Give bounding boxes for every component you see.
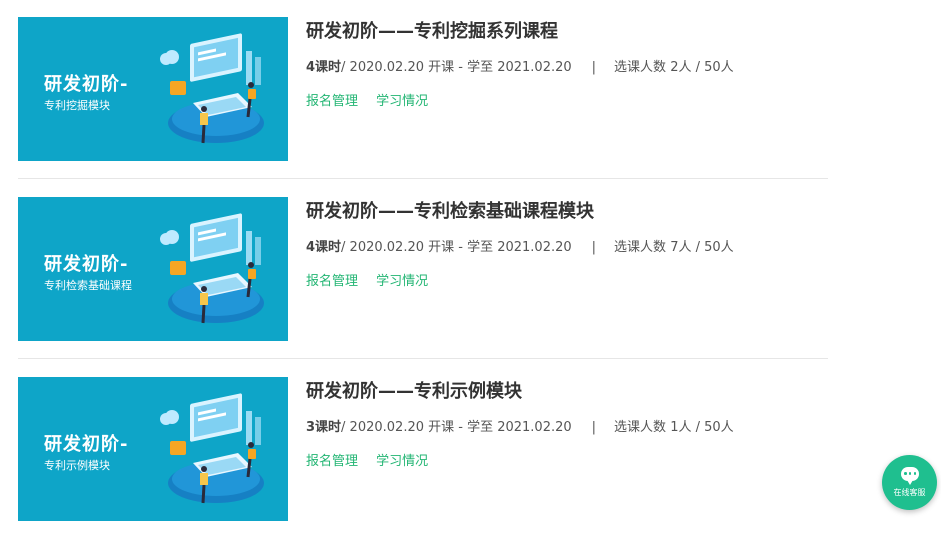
chat-dots: [904, 472, 916, 475]
course-actions: 报名管理 学习情况: [306, 93, 826, 111]
course-list: 研发初阶- 专利挖掘模块 研发初阶——专利挖掘系列课程 4课时/ 2020.02…: [18, 17, 828, 521]
course-card: 研发初阶- 专利示例模块 研发初阶——专利示例模块 3课时/ 2020.02.2…: [18, 377, 828, 521]
learning-status-link[interactable]: 学习情况: [376, 274, 428, 289]
thumbnail-title: 研发初阶-: [44, 434, 129, 455]
course-schedule: / 2020.02.20 开课 - 学至 2021.02.20: [341, 60, 572, 75]
course-info: 研发初阶——专利示例模块 3课时/ 2020.02.20 开课 - 学至 202…: [306, 377, 826, 471]
registration-management-link[interactable]: 报名管理: [306, 454, 358, 469]
course-title[interactable]: 研发初阶——专利挖掘系列课程: [306, 21, 826, 43]
course-thumbnail[interactable]: 研发初阶- 专利检索基础课程: [18, 197, 288, 341]
course-card: 研发初阶- 专利检索基础课程 研发初阶——专利检索基础课程模块 4课时/ 202…: [18, 197, 828, 359]
enroll-label: 选课人数: [614, 60, 671, 75]
enroll-label: 选课人数: [614, 240, 671, 255]
lesson-count: 4课时: [306, 240, 342, 255]
computer-illustration-icon: [160, 213, 264, 324]
divider: [18, 178, 828, 179]
meta-separator: |: [591, 60, 597, 75]
learning-status-link[interactable]: 学习情况: [376, 94, 428, 109]
course-thumbnail[interactable]: 研发初阶- 专利挖掘模块: [18, 17, 288, 161]
course-info: 研发初阶——专利挖掘系列课程 4课时/ 2020.02.20 开课 - 学至 2…: [306, 17, 826, 111]
divider: [18, 358, 828, 359]
course-actions: 报名管理 学习情况: [306, 273, 826, 291]
enroll-count: 1人 / 50人: [670, 420, 734, 435]
learning-status-link[interactable]: 学习情况: [376, 454, 428, 469]
course-actions: 报名管理 学习情况: [306, 453, 826, 471]
enroll-count: 2人 / 50人: [670, 60, 734, 75]
course-thumbnail[interactable]: 研发初阶- 专利示例模块: [18, 377, 288, 521]
course-title[interactable]: 研发初阶——专利示例模块: [306, 381, 826, 403]
thumbnail-title: 研发初阶-: [44, 254, 129, 275]
course-card: 研发初阶- 专利挖掘模块 研发初阶——专利挖掘系列课程 4课时/ 2020.02…: [18, 17, 828, 179]
thumbnail-subtitle: 专利检索基础课程: [44, 279, 132, 292]
online-service-button[interactable]: 在线客服: [882, 455, 937, 510]
enroll-count: 7人 / 50人: [670, 240, 734, 255]
thumbnail-subtitle: 专利挖掘模块: [44, 99, 110, 112]
thumbnail-subtitle: 专利示例模块: [44, 459, 110, 472]
enroll-label: 选课人数: [614, 420, 671, 435]
course-meta: 4课时/ 2020.02.20 开课 - 学至 2021.02.20 | 选课人数 …: [306, 59, 826, 77]
course-schedule: / 2020.02.20 开课 - 学至 2021.02.20: [341, 420, 572, 435]
course-title[interactable]: 研发初阶——专利检索基础课程模块: [306, 201, 826, 223]
thumbnail-title: 研发初阶-: [44, 74, 129, 95]
course-meta: 4课时/ 2020.02.20 开课 - 学至 2021.02.20 | 选课人数 …: [306, 239, 826, 257]
lesson-count: 3课时: [306, 420, 342, 435]
course-schedule: / 2020.02.20 开课 - 学至 2021.02.20: [341, 240, 572, 255]
registration-management-link[interactable]: 报名管理: [306, 274, 358, 289]
computer-illustration-icon: [160, 33, 264, 144]
meta-separator: |: [591, 420, 597, 435]
online-service-label: 在线客服: [893, 488, 926, 497]
meta-separator: |: [591, 240, 597, 255]
course-meta: 3课时/ 2020.02.20 开课 - 学至 2021.02.20 | 选课人数 …: [306, 419, 826, 437]
registration-management-link[interactable]: 报名管理: [306, 94, 358, 109]
course-info: 研发初阶——专利检索基础课程模块 4课时/ 2020.02.20 开课 - 学至…: [306, 197, 826, 291]
computer-illustration-icon: [160, 393, 264, 504]
lesson-count: 4课时: [306, 60, 342, 75]
